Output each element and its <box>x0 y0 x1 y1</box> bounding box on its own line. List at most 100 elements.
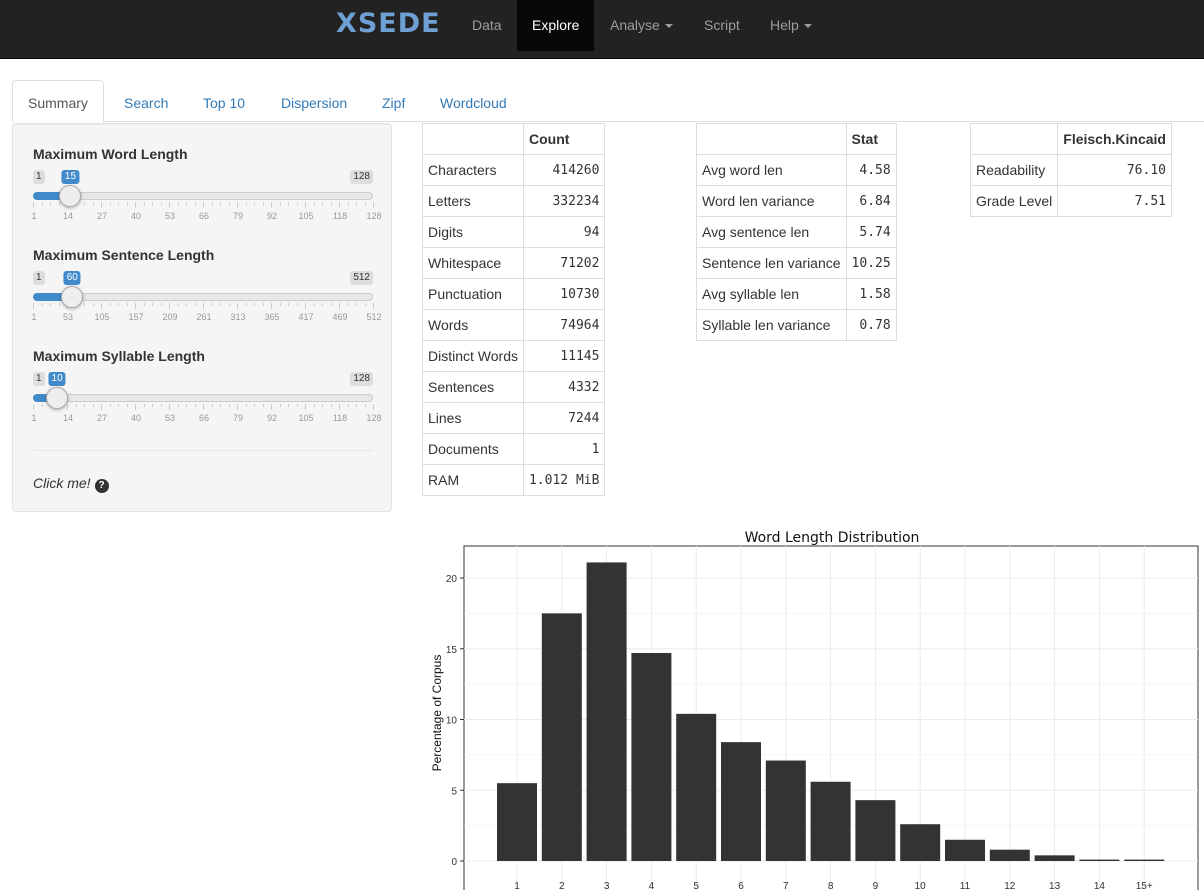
slider-tick-label: 469 <box>332 312 348 322</box>
row-label: Readability <box>969 154 1059 186</box>
slider-tick <box>271 303 272 309</box>
chart-bar <box>541 613 582 861</box>
slider-track[interactable] <box>33 192 373 200</box>
brand-logo[interactable]: XSEDE <box>336 8 441 39</box>
nav-item-explore[interactable]: Explore <box>517 0 595 51</box>
slider-tick <box>237 404 238 410</box>
row-label: Avg syllable len <box>696 278 847 310</box>
row-label: Letters <box>422 185 524 217</box>
click-me-link[interactable]: Click me!? <box>33 475 109 493</box>
nav-item-label: Data <box>472 17 502 33</box>
slider-tick <box>41 404 43 407</box>
slider-tick <box>67 404 68 410</box>
slider-tick <box>245 303 247 306</box>
slider-value-badge: 10 <box>48 372 66 386</box>
slider-tick-label: 512 <box>366 312 382 322</box>
tab-zipf[interactable]: Zipf <box>366 80 421 122</box>
row-label: Avg sentence len <box>696 216 847 248</box>
slider-handle[interactable] <box>61 286 84 308</box>
slider-tick <box>109 303 111 306</box>
slider-tick <box>220 303 221 306</box>
table-row: Avg syllable len 1.58 <box>696 278 897 310</box>
slider-tick <box>109 202 111 205</box>
slider-tick <box>373 303 374 309</box>
slider-max-badge: 128 <box>350 372 373 386</box>
slider-tick <box>305 404 306 410</box>
tab-summary[interactable]: Summary <box>12 80 104 123</box>
slider-tick <box>186 404 187 407</box>
table-header-cell <box>696 123 847 155</box>
slider-tick <box>254 202 255 205</box>
slider-tick <box>305 202 306 208</box>
word-length-slider[interactable]: 1 128 1 14 27 40 53 66 79 92 105 118 128 15 <box>31 170 382 232</box>
slider-tick-label: 79 <box>232 211 244 221</box>
row-label: Punctuation <box>422 278 524 310</box>
slider-tick <box>347 303 349 306</box>
nav-item-analyse[interactable]: Analyse <box>595 0 688 51</box>
sentence-length-label: Maximum Sentence Length <box>33 247 215 263</box>
slider-tick <box>126 202 128 205</box>
table-row: Avg word len 4.58 <box>696 154 897 186</box>
slider-tick <box>262 404 264 407</box>
slider-tick-label: 66 <box>198 413 210 423</box>
nav-item-label: Script <box>704 17 740 33</box>
table-row: Avg sentence len 5.74 <box>696 216 897 248</box>
row-value: 7.51 <box>1057 185 1172 217</box>
slider-tick <box>288 404 289 407</box>
count-table: Count Characters 414260 Letters 332234 Digits… <box>422 123 606 496</box>
slider-tick <box>177 202 179 205</box>
tab-top-10[interactable]: Top 10 <box>187 80 261 122</box>
slider-handle[interactable] <box>46 387 69 409</box>
syllable-length-slider[interactable]: 1 128 1 14 27 40 53 66 79 92 105 118 128 10 <box>31 372 382 434</box>
slider-tick <box>279 404 281 407</box>
table-row: Punctuation 10730 <box>422 278 606 310</box>
click-me-label: Click me! <box>33 475 91 491</box>
slider-tick <box>322 404 323 407</box>
slider-tick <box>296 202 298 205</box>
row-value: 10730 <box>522 278 606 310</box>
row-value: 6.84 <box>845 185 897 217</box>
slider-value-badge: 15 <box>61 170 80 184</box>
chart-bar <box>1079 859 1120 861</box>
slider-tick <box>92 303 94 306</box>
nav-item-script[interactable]: Script <box>689 0 755 51</box>
table-header-cell: Stat <box>845 123 897 155</box>
tab-dispersion[interactable]: Dispersion <box>265 80 363 122</box>
row-label: Grade Level <box>969 185 1059 217</box>
tab-bar: Summary Search Top 10 Dispersion Zipf Wo… <box>12 80 1204 123</box>
slider-tick <box>203 404 204 410</box>
chart-bar <box>945 839 985 861</box>
slider-tick <box>271 202 272 208</box>
row-label: Word len variance <box>696 185 847 217</box>
slider-tick <box>228 303 230 306</box>
row-label: Distinct Words <box>422 340 524 372</box>
question-circle-icon[interactable]: ? <box>94 479 109 493</box>
slider-handle[interactable] <box>59 185 82 207</box>
slider-tick-label: 261 <box>196 312 212 322</box>
nav-item-help[interactable]: Help <box>755 0 827 51</box>
table-header-cell: Fleisch.Kincaid <box>1057 123 1172 155</box>
table-row: Readability 76.10 <box>969 154 1172 186</box>
row-value: 4.58 <box>845 154 897 186</box>
slider-tick <box>356 202 357 205</box>
slider-tick <box>135 202 136 208</box>
slider-tick <box>58 303 60 306</box>
slider-tick-label: 417 <box>298 312 314 322</box>
chart-bar <box>1124 859 1165 861</box>
slider-tick <box>373 404 374 410</box>
nav-item-data[interactable]: Data <box>457 0 517 51</box>
slider-min-badge: 1 <box>33 372 45 386</box>
row-label: Digits <box>422 216 524 248</box>
row-value: 74964 <box>522 309 606 341</box>
sentence-length-slider[interactable]: 1 512 1 53 105 157 209 261 313 365 417 469 512 60 <box>31 271 382 333</box>
slider-tick <box>109 404 111 407</box>
slider-track[interactable] <box>33 394 373 402</box>
tab-wordcloud[interactable]: Wordcloud <box>424 80 523 122</box>
slider-track[interactable] <box>33 293 373 301</box>
slider-tick-label: 118 <box>332 413 348 423</box>
tab-search[interactable]: Search <box>108 80 184 122</box>
slider-tick <box>245 202 247 205</box>
row-value: 5.74 <box>845 216 897 248</box>
slider-tick <box>364 202 366 205</box>
row-value: 7244 <box>522 402 606 434</box>
